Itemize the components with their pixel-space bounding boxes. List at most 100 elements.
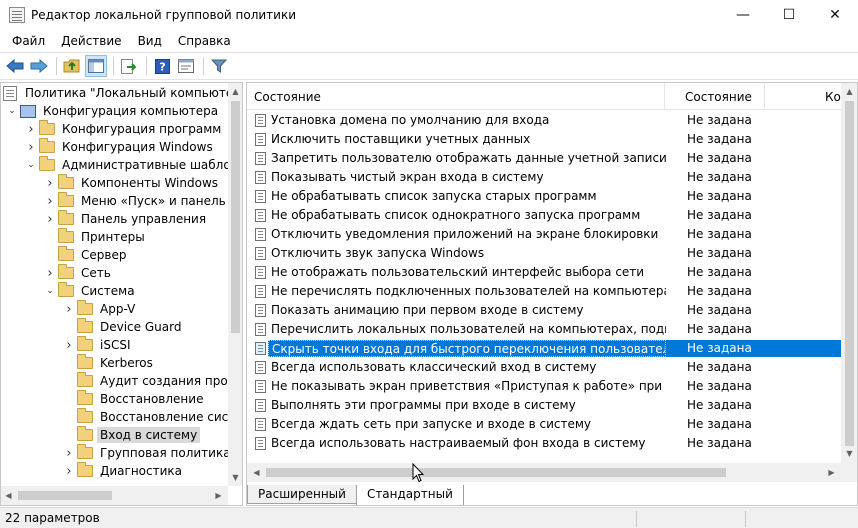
scroll-left-arrow-icon[interactable]: ◀ [1,487,16,504]
tree-item[interactable]: › Меню «Пуск» и панель задач [44,192,228,210]
tree-item[interactable]: › Компоненты Windows [44,174,221,192]
chevron-right-icon[interactable]: › [44,192,56,210]
maximize-button[interactable]: ☐ [766,0,812,30]
list-vertical-scrollbar[interactable]: ▲ ▼ [841,83,857,463]
scroll-down-arrow-icon[interactable]: ▼ [228,469,242,486]
table-row[interactable]: Всегда использовать классический вход в … [247,358,841,377]
table-row[interactable]: Показывать чистый экран входа в систему Н… [247,168,841,187]
tab-extended[interactable]: Расширенный [247,485,357,504]
title-bar: Редактор локальной групповой политики — … [0,0,858,30]
tree-item[interactable]: › Сеть [44,264,114,282]
tree-item[interactable]: Восстановление системы [63,408,228,426]
setting-state: Не задана [687,303,752,317]
tree-item-label: Конфигурация программ [62,122,222,136]
tree-item[interactable]: Вход в систему [63,426,201,444]
table-row[interactable]: Установка домена по умолчанию для входа Н… [247,111,841,130]
folder-icon [39,120,55,135]
tree-item[interactable]: Сервер [44,246,129,264]
tree-hscroll-thumb[interactable] [18,491,112,500]
scroll-down-arrow-icon[interactable]: ▼ [842,445,857,462]
menu-file[interactable]: Файл [4,34,53,48]
filter-icon [211,59,227,73]
table-row[interactable]: Не перечислять подключенных пользователе… [247,282,841,301]
column-header-state[interactable]: Состояние [665,83,765,110]
list-hscroll-thumb[interactable] [266,468,726,477]
scroll-up-arrow-icon[interactable]: ▲ [228,83,242,100]
tree-item[interactable]: › Конфигурация программ [25,120,224,138]
setting-name: Показать анимацию при первом входе в сис… [271,303,584,317]
back-button[interactable] [4,55,26,77]
help-button[interactable]: ? [151,55,173,77]
chevron-right-icon[interactable]: › [63,336,75,354]
tree-root[interactable]: Политика "Локальный компьютер" [3,84,228,102]
tree-item[interactable]: ⌄ Административные шаблоны [25,156,228,174]
tree-item[interactable]: Device Guard [63,318,184,336]
tree-computer-config[interactable]: ⌄ Конфигурация компьютера [6,102,221,120]
up-one-level-button[interactable] [61,55,83,77]
folder-icon [77,390,93,405]
table-row[interactable]: Не показывать экран приветствия «Приступ… [247,377,841,396]
table-row[interactable]: Показать анимацию при первом входе в сис… [247,301,841,320]
list-horizontal-scrollbar[interactable]: ◀ ▶ [247,463,841,482]
tree-item[interactable]: › Панель управления [44,210,209,228]
tree-item[interactable]: › App-V [63,300,138,318]
scroll-right-arrow-icon[interactable]: ▶ [211,487,226,504]
tab-standard[interactable]: Стандартный [355,485,464,505]
table-row[interactable]: Всегда использовать настраиваемый фон вх… [247,434,841,453]
chevron-right-icon[interactable]: › [63,462,75,480]
tree-item[interactable]: Kerberos [63,354,156,372]
tree-vscroll-thumb[interactable] [231,101,240,333]
tree-item[interactable]: ⌄ Система [44,282,138,300]
export-list-button[interactable] [118,55,140,77]
chevron-right-icon[interactable]: › [63,444,75,462]
tree-vertical-scrollbar[interactable]: ▲ ▼ [228,83,242,486]
setting-name: Не перечислять подключенных пользователе… [271,284,666,298]
list-vscroll-thumb[interactable] [845,101,854,446]
table-row[interactable]: Отключить звук запуска Windows Не задана [247,244,841,263]
table-row[interactable]: Отключить уведомления приложений на экра… [247,225,841,244]
close-button[interactable]: ✕ [812,0,858,30]
table-row[interactable]: Выполнять эти программы при входе в сист… [247,396,841,415]
tree-item[interactable]: › iSCSI [63,336,134,354]
minimize-button[interactable]: — [720,0,766,30]
chevron-down-icon[interactable]: ⌄ [25,156,37,174]
tree-item[interactable]: Восстановление [63,390,206,408]
tree-item[interactable]: › Конфигурация Windows [25,138,216,156]
chevron-right-icon[interactable]: › [63,300,75,318]
folder-icon [77,426,93,441]
table-row[interactable]: Не отображать пользовательский интерфейс… [247,263,841,282]
app-icon [9,7,25,23]
scroll-right-arrow-icon[interactable]: ▶ [824,464,839,481]
chevron-down-icon[interactable]: ⌄ [44,282,56,300]
table-row[interactable]: Перечислить локальных пользователей на к… [247,320,841,339]
filter-button[interactable] [208,55,230,77]
scroll-up-arrow-icon[interactable]: ▲ [842,83,857,100]
table-row[interactable]: Не обрабатывать список однократного запу… [247,206,841,225]
tree-item[interactable]: Аудит создания процессов [63,372,228,390]
tree-root-label: Политика "Локальный компьютер" [25,86,228,100]
table-row[interactable]: Скрыть точки входа для быстрого переключ… [247,339,841,358]
menu-action[interactable]: Действие [53,34,129,48]
tree-horizontal-scrollbar[interactable]: ◀ ▶ [1,486,228,505]
scroll-left-arrow-icon[interactable]: ◀ [249,464,264,481]
menu-help[interactable]: Справка [170,34,239,48]
column-header-setting[interactable]: Состояние [247,83,665,110]
table-row[interactable]: Не обрабатывать список запуска старых пр… [247,187,841,206]
tree-item[interactable]: Принтеры [44,228,148,246]
menu-view[interactable]: Вид [130,34,170,48]
chevron-down-icon[interactable]: ⌄ [6,102,18,120]
forward-button[interactable] [28,55,50,77]
chevron-right-icon[interactable]: › [44,264,56,282]
tree-item[interactable]: › Групповая политика [63,444,228,462]
tree-item[interactable]: › Диагностика [63,462,185,480]
show-hide-console-tree-button[interactable] [85,55,107,77]
chevron-right-icon[interactable]: › [25,120,37,138]
chevron-right-icon[interactable]: › [25,138,37,156]
table-row[interactable]: Исключить поставщики учетных данных Не за… [247,130,841,149]
table-row[interactable]: Запретить пользователю отображать данные… [247,149,841,168]
chevron-right-icon[interactable]: › [44,210,56,228]
chevron-right-icon[interactable]: › [44,174,56,192]
properties-button[interactable] [175,55,197,77]
table-row[interactable]: Всегда ждать сеть при запуске и входе в … [247,415,841,434]
